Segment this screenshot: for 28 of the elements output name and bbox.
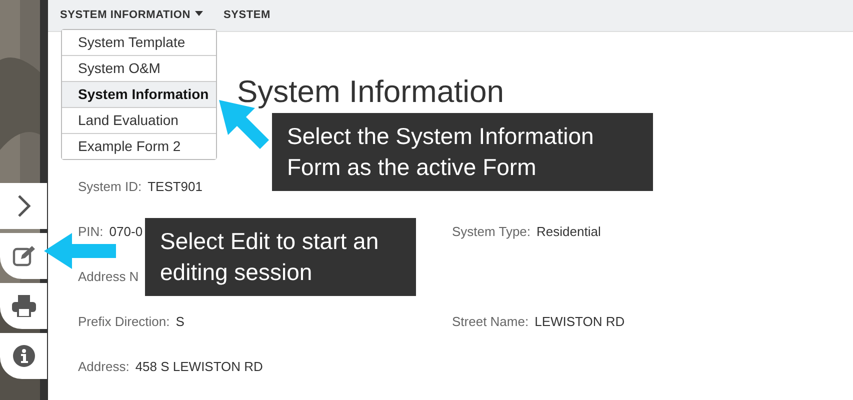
callout-text: Select Edit to start an editing session [145, 218, 416, 296]
field-label: PIN: [78, 224, 104, 239]
field-value: TEST901 [148, 179, 202, 194]
field-value: 070-0 [109, 224, 143, 239]
info-tab[interactable] [0, 333, 47, 379]
field-label: Prefix Direction: [78, 314, 170, 329]
dropdown-item[interactable]: System Template [62, 30, 216, 56]
dropdown-item[interactable]: System Information [62, 82, 216, 108]
print-icon [12, 295, 36, 317]
field-label: System ID: [78, 179, 142, 194]
info-icon [12, 345, 34, 367]
expand-tab[interactable] [0, 183, 47, 229]
field-value: LEWISTON RD [534, 314, 625, 329]
page-title: System Information [237, 74, 506, 110]
chevron-right-icon [16, 194, 30, 218]
edit-icon [12, 245, 36, 267]
menu-item[interactable]: SYSTEM [223, 7, 271, 24]
field-value: Residential [536, 224, 601, 239]
field-label: Address N [78, 269, 139, 284]
print-tab[interactable] [0, 283, 47, 329]
menu-item[interactable]: SYSTEM INFORMATION [60, 7, 204, 24]
field-label: System Type: [452, 224, 531, 239]
callout-text: Select the System Information Form as the active Form [272, 113, 653, 191]
field-label: Address: [78, 359, 130, 374]
field-value: 458 S LEWISTON RD [135, 359, 263, 374]
edit-tab[interactable] [0, 233, 47, 279]
field-label: Street Name: [452, 314, 529, 329]
field-value: S [176, 314, 184, 329]
